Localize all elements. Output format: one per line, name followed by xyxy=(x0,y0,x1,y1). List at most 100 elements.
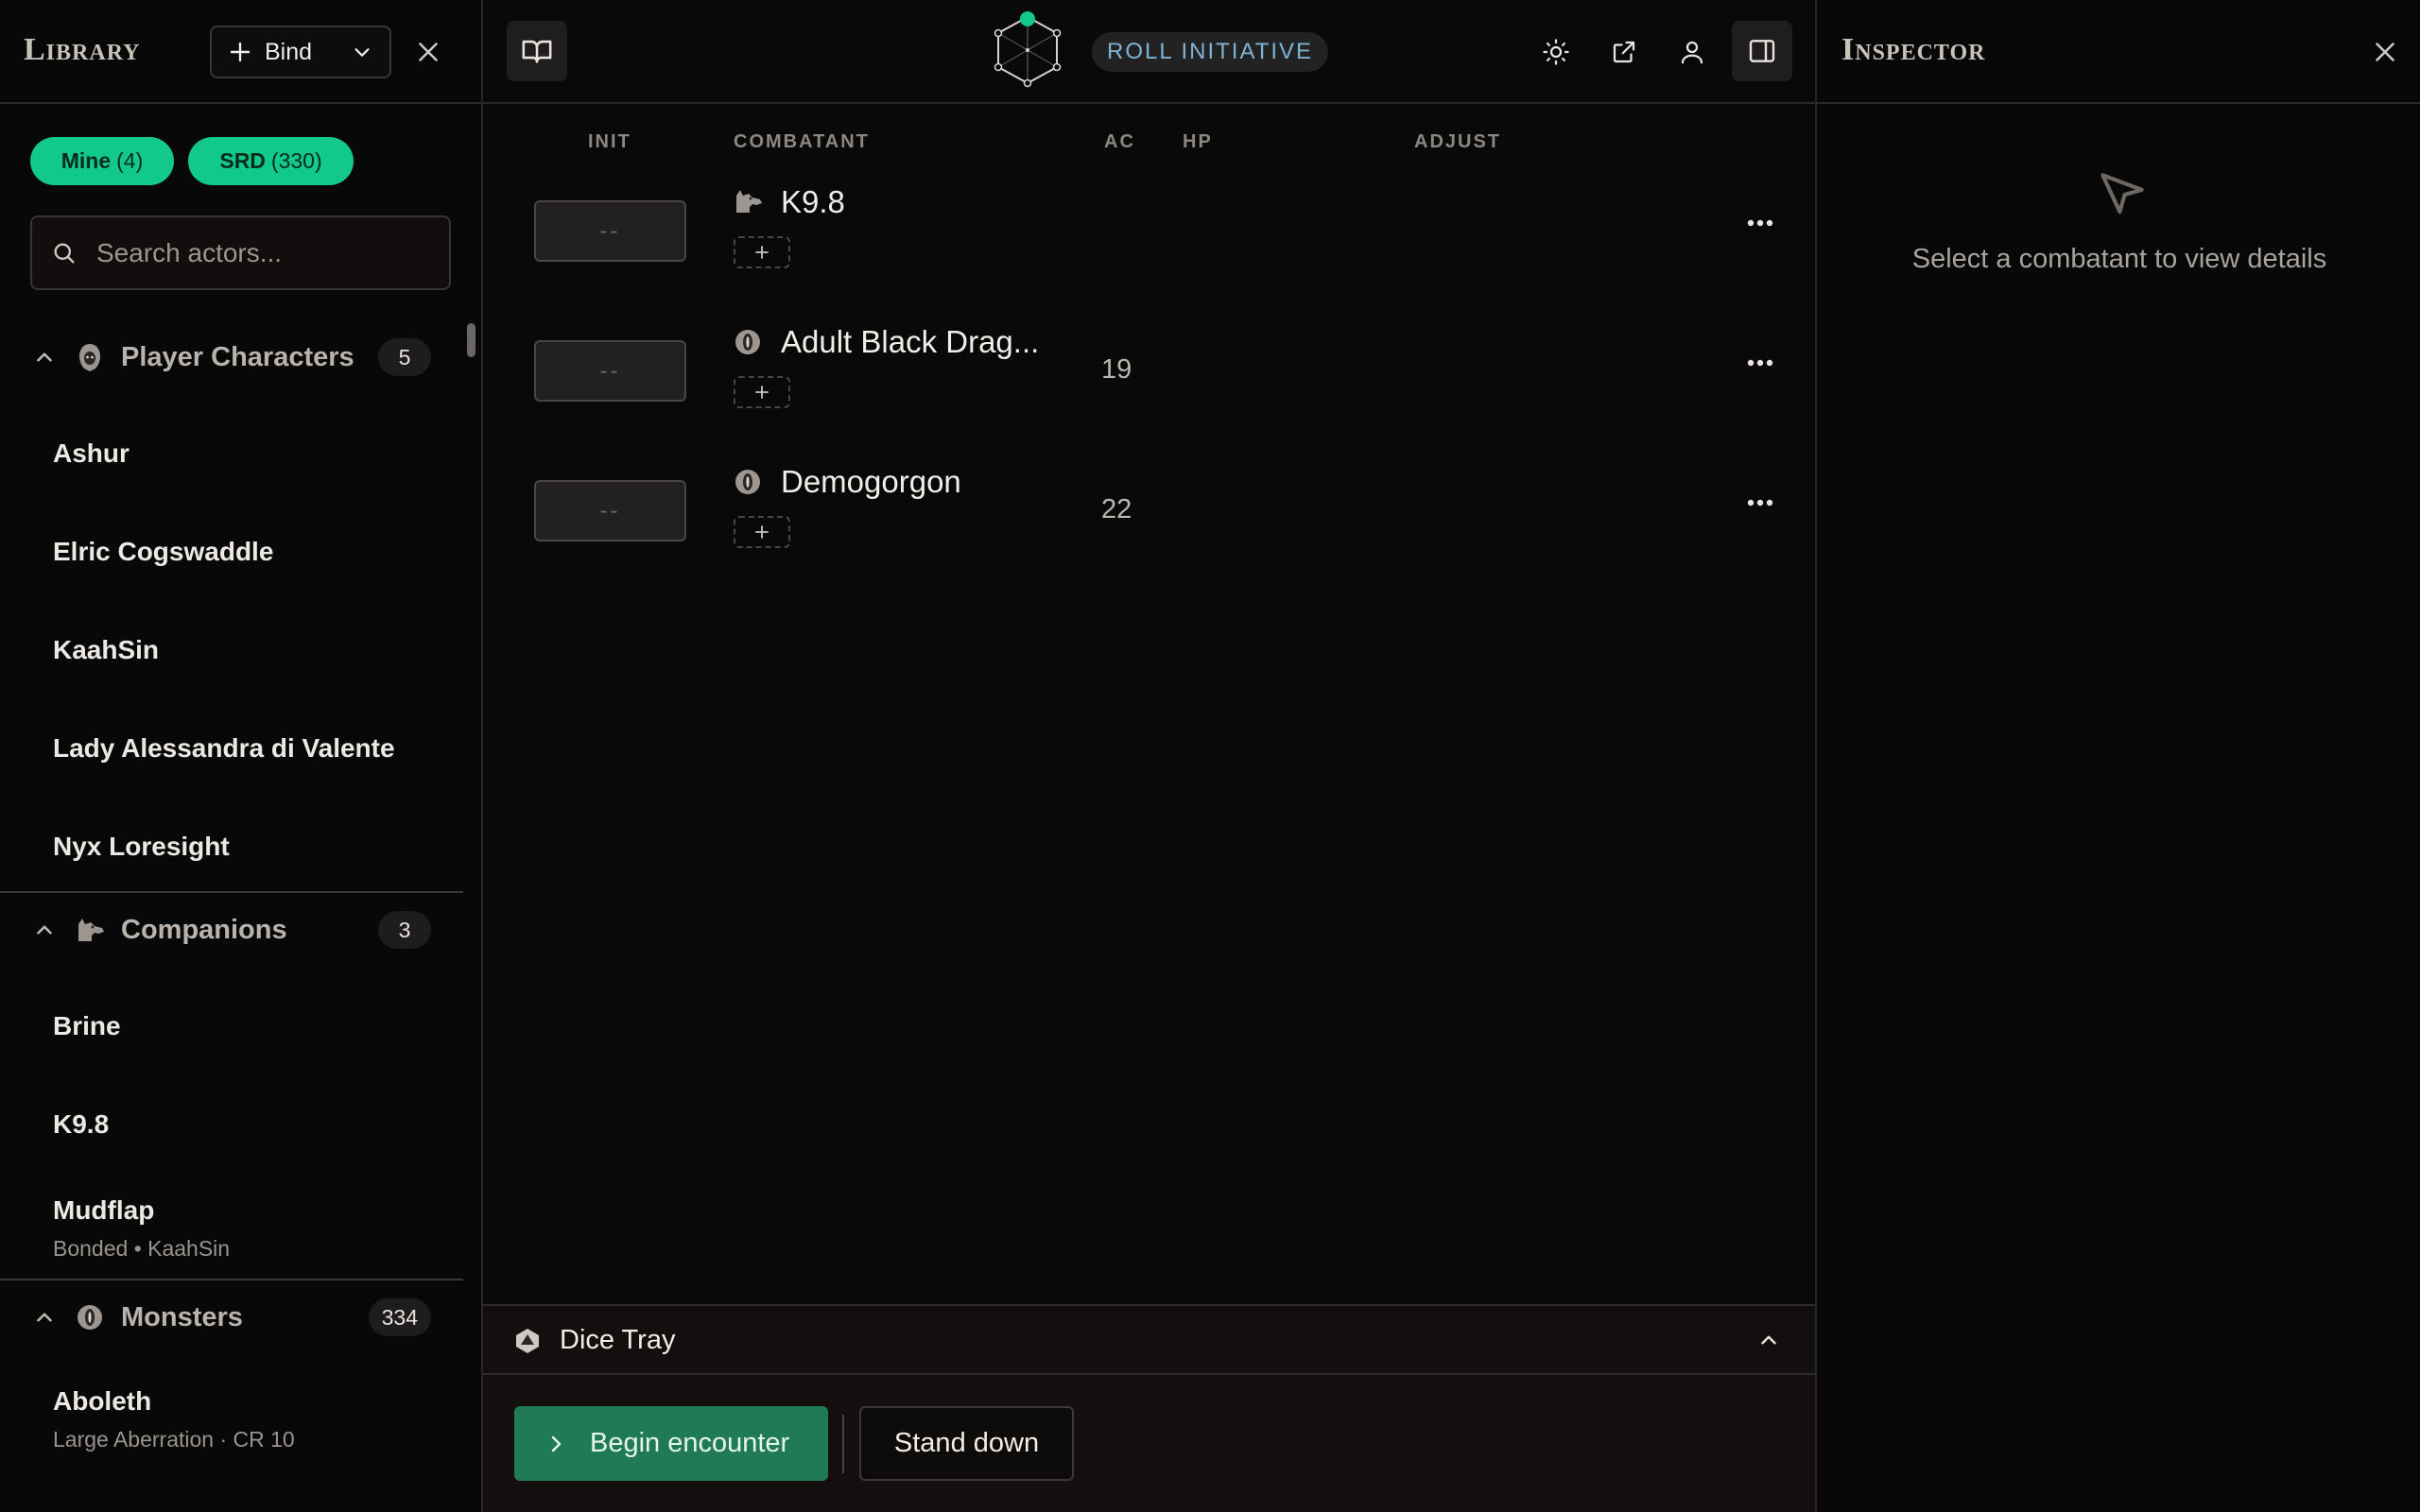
book-open-icon xyxy=(521,35,553,67)
account-button[interactable] xyxy=(1662,22,1722,82)
group-name: Player Characters xyxy=(121,341,354,372)
combatant-row[interactable]: -- Demogorgon 22 xyxy=(483,453,1815,593)
filter-mine-label: Mine xyxy=(60,148,112,173)
search-input[interactable] xyxy=(95,236,435,269)
actor-kaahsin[interactable]: KaahSin xyxy=(53,635,159,665)
group-name: Companions xyxy=(121,914,287,945)
group-name: Monsters xyxy=(121,1301,243,1332)
book-button[interactable] xyxy=(507,21,567,81)
combatant-name: Demogorgon xyxy=(781,464,961,499)
group-header-monsters[interactable]: Monsters 334 xyxy=(0,1279,463,1354)
more-options-icon[interactable] xyxy=(1746,358,1774,368)
column-init: INIT xyxy=(588,131,631,152)
combatant-row[interactable]: -- Adult Black Drag... 19 xyxy=(483,313,1815,453)
combatant-ac: 19 xyxy=(1101,354,1132,385)
more-options-icon[interactable] xyxy=(1746,498,1774,507)
actor-nyx-loresight[interactable]: Nyx Loresight xyxy=(53,832,230,862)
group-header-companions[interactable]: Companions 3 xyxy=(0,891,463,967)
column-hp: HP xyxy=(1183,131,1213,152)
search-icon xyxy=(51,240,78,266)
group-count-badge: 3 xyxy=(378,911,431,949)
chevron-down-icon xyxy=(352,42,372,62)
chevron-up-icon xyxy=(32,1305,57,1330)
wolf-head-icon xyxy=(734,188,764,215)
library-header: Library Bind xyxy=(0,0,481,104)
plus-icon xyxy=(755,246,769,259)
init-input[interactable]: -- xyxy=(534,200,686,262)
filter-mine[interactable]: Mine (4) xyxy=(30,137,174,185)
cursor-pointer-icon xyxy=(2093,165,2152,224)
bind-button[interactable]: Bind xyxy=(210,26,391,78)
monster-eye-icon xyxy=(734,468,762,496)
column-ac: AC xyxy=(1104,131,1135,152)
monster-eye-icon xyxy=(734,328,762,356)
begin-encounter-label: Begin encounter xyxy=(590,1428,790,1458)
add-condition-button[interactable] xyxy=(734,376,790,408)
inspector-header: Inspector xyxy=(1817,0,2420,104)
d20-icon xyxy=(513,1327,542,1355)
encounter-actions: Begin encounter Stand down xyxy=(483,1375,1815,1512)
library-title: Library xyxy=(24,32,141,67)
filter-srd-count: (330) xyxy=(270,148,322,173)
library-panel: Library Bind Mine (4) SRD (330) Search a… xyxy=(0,0,483,1512)
more-options-icon[interactable] xyxy=(1746,218,1774,228)
inspector-empty-message: Select a combatant to view details xyxy=(1911,244,2327,274)
stand-down-button[interactable]: Stand down xyxy=(859,1406,1074,1481)
init-input[interactable]: -- xyxy=(534,480,686,541)
actor-brine[interactable]: Brine xyxy=(53,1011,121,1041)
inspector-title: Inspector xyxy=(1841,32,1986,67)
filter-srd[interactable]: SRD (330) xyxy=(188,137,354,185)
library-scrollbar[interactable] xyxy=(467,323,475,357)
close-inspector-icon[interactable] xyxy=(2369,36,2401,68)
init-input[interactable]: -- xyxy=(534,340,686,402)
actor-aboleth-subtitle: Large Aberration · CR 10 xyxy=(53,1427,295,1452)
filter-mine-count: (4) xyxy=(116,148,144,173)
wolf-head-icon xyxy=(76,917,106,943)
external-link-icon xyxy=(1610,38,1638,66)
popout-button[interactable] xyxy=(1594,22,1654,82)
monster-eye-icon xyxy=(76,1303,104,1332)
dice-tray-toggle[interactable]: Dice Tray xyxy=(483,1304,1815,1375)
theme-toggle-button[interactable] xyxy=(1526,22,1586,82)
actor-k9-8[interactable]: K9.8 xyxy=(53,1109,109,1140)
combatant-name: K9.8 xyxy=(781,184,845,219)
search-field[interactable] xyxy=(30,215,451,290)
group-count-badge: 5 xyxy=(378,338,431,376)
bind-label: Bind xyxy=(265,38,313,65)
actor-lady-alessandra[interactable]: Lady Alessandra di Valente xyxy=(53,733,395,764)
filter-srd-label: SRD xyxy=(219,148,266,173)
encounter-panel: ROLL INITIATIVE INIT COMBATANT AC HP ADJ… xyxy=(483,0,1815,1512)
chevron-up-icon xyxy=(32,918,57,942)
combatant-ac: 22 xyxy=(1101,494,1132,524)
actor-aboleth[interactable]: Aboleth xyxy=(53,1386,151,1417)
actor-mudflap-subtitle: Bonded • KaahSin xyxy=(53,1236,231,1261)
chevron-right-icon xyxy=(546,1433,565,1455)
combatant-row[interactable]: -- K9.8 xyxy=(483,173,1815,313)
close-library-icon[interactable] xyxy=(412,36,444,68)
sun-icon xyxy=(1542,38,1570,66)
group-count-badge: 334 xyxy=(368,1298,431,1336)
main-header: ROLL INITIATIVE xyxy=(483,0,1815,104)
actor-mudflap[interactable]: Mudflap xyxy=(53,1195,154,1226)
group-header-player-characters[interactable]: Player Characters 5 xyxy=(0,319,463,395)
plus-icon xyxy=(755,525,769,539)
divider xyxy=(842,1415,844,1473)
actor-ashur[interactable]: Ashur xyxy=(53,438,130,469)
column-adjust: ADJUST xyxy=(1414,131,1502,152)
user-icon xyxy=(1678,38,1706,66)
toggle-inspector-button[interactable] xyxy=(1732,21,1792,81)
roll-initiative-badge: ROLL INITIATIVE xyxy=(1092,32,1329,72)
add-condition-button[interactable] xyxy=(734,236,790,268)
plus-icon xyxy=(755,386,769,399)
add-condition-button[interactable] xyxy=(734,516,790,548)
actor-elric-cogswaddle[interactable]: Elric Cogswaddle xyxy=(53,537,273,567)
plus-icon xyxy=(229,41,251,63)
begin-encounter-button[interactable]: Begin encounter xyxy=(514,1406,828,1481)
inspector-panel: Inspector Select a combatant to view det… xyxy=(1815,0,2420,1512)
chevron-up-icon xyxy=(1756,1328,1781,1352)
sidebar-right-icon xyxy=(1747,36,1777,66)
column-combatant: COMBATANT xyxy=(734,131,870,152)
chevron-up-icon xyxy=(32,345,57,369)
hooded-figure-icon xyxy=(76,342,104,372)
combatant-name: Adult Black Drag... xyxy=(781,324,1040,359)
